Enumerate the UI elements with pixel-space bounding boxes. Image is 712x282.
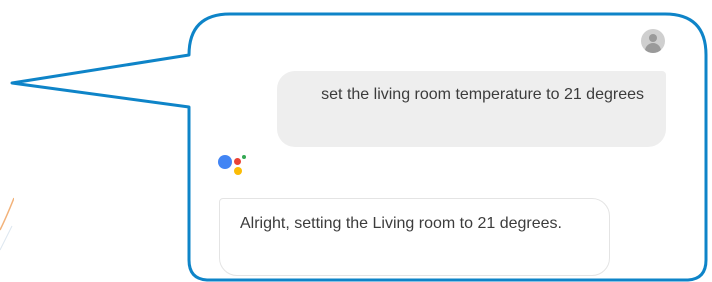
assistant-dot-green: [242, 155, 246, 159]
assistant-message-bubble: Alright, setting the Living room to 21 d…: [219, 198, 610, 276]
assistant-dot-red: [234, 158, 241, 165]
user-message-text: set the living room temperature to 21 de…: [321, 86, 644, 103]
avatar-shoulders-shape: [645, 43, 661, 53]
avatar-head-shape: [649, 34, 657, 42]
assistant-dot-yellow: [234, 167, 242, 175]
assistant-message-text: Alright, setting the Living room to 21 d…: [240, 215, 562, 232]
user-message-bubble: set the living room temperature to 21 de…: [277, 71, 666, 147]
google-assistant-logo-icon: [218, 155, 248, 187]
screenshot-canvas: set the living room temperature to 21 de…: [0, 0, 712, 282]
assistant-dot-blue: [218, 155, 232, 169]
user-avatar-icon: [641, 29, 665, 53]
